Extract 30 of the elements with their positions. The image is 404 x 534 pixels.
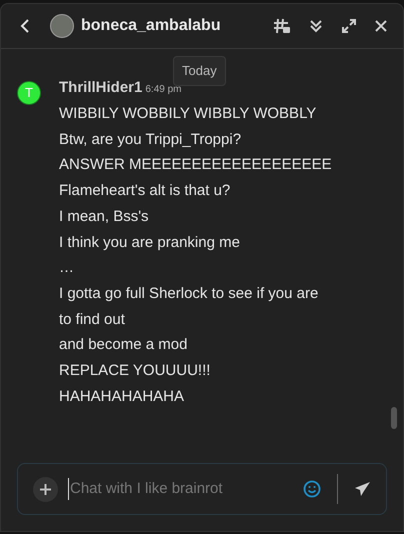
message-text: Flameheart's alt is that u?	[59, 181, 230, 202]
emoji-icon[interactable]	[303, 480, 321, 498]
date-tooltip: Today	[173, 56, 226, 86]
message-text: to find out	[59, 310, 125, 330]
author-name: ThrillHider1	[59, 78, 142, 98]
message-text: Btw, are you Trippi_Troppi?	[59, 130, 242, 150]
message-text: I think you are pranking me	[59, 232, 240, 253]
chat-title: boneca_ambalabu	[81, 16, 221, 36]
message-time: 6:49 pm	[145, 83, 182, 97]
message-text: WIBBILY WOBBILY WIBBLY WOBBLY	[59, 104, 316, 124]
close-icon[interactable]	[375, 20, 387, 32]
message-text: REPLACE YOUUUU!!!	[59, 361, 210, 382]
user-avatar: T	[17, 81, 41, 105]
message-text: …	[59, 258, 74, 278]
message-text: I gotta go full Sherlock to see if you are	[59, 284, 318, 304]
add-button[interactable]	[33, 476, 58, 502]
message-text: ANSWER MEEEEEEEEEEEEEEEEEEE	[59, 155, 332, 176]
message-composer[interactable]: Chat with I like brainrot	[17, 463, 387, 515]
collapse-icon[interactable]	[309, 19, 323, 33]
send-icon[interactable]	[354, 481, 371, 497]
scroll-thumb[interactable]	[391, 407, 397, 429]
message-text: and become a mod	[59, 335, 188, 356]
message-text: I mean, Bss's	[59, 206, 149, 227]
message-text: HAHAHAHAHAHA	[59, 386, 184, 407]
message-input[interactable]: Chat with I like brainrot	[68, 478, 303, 500]
avatar	[50, 14, 74, 38]
back-icon	[20, 18, 30, 34]
expand-icon[interactable]	[341, 18, 357, 34]
plus-icon	[39, 482, 52, 496]
channel-icon[interactable]	[273, 18, 291, 34]
